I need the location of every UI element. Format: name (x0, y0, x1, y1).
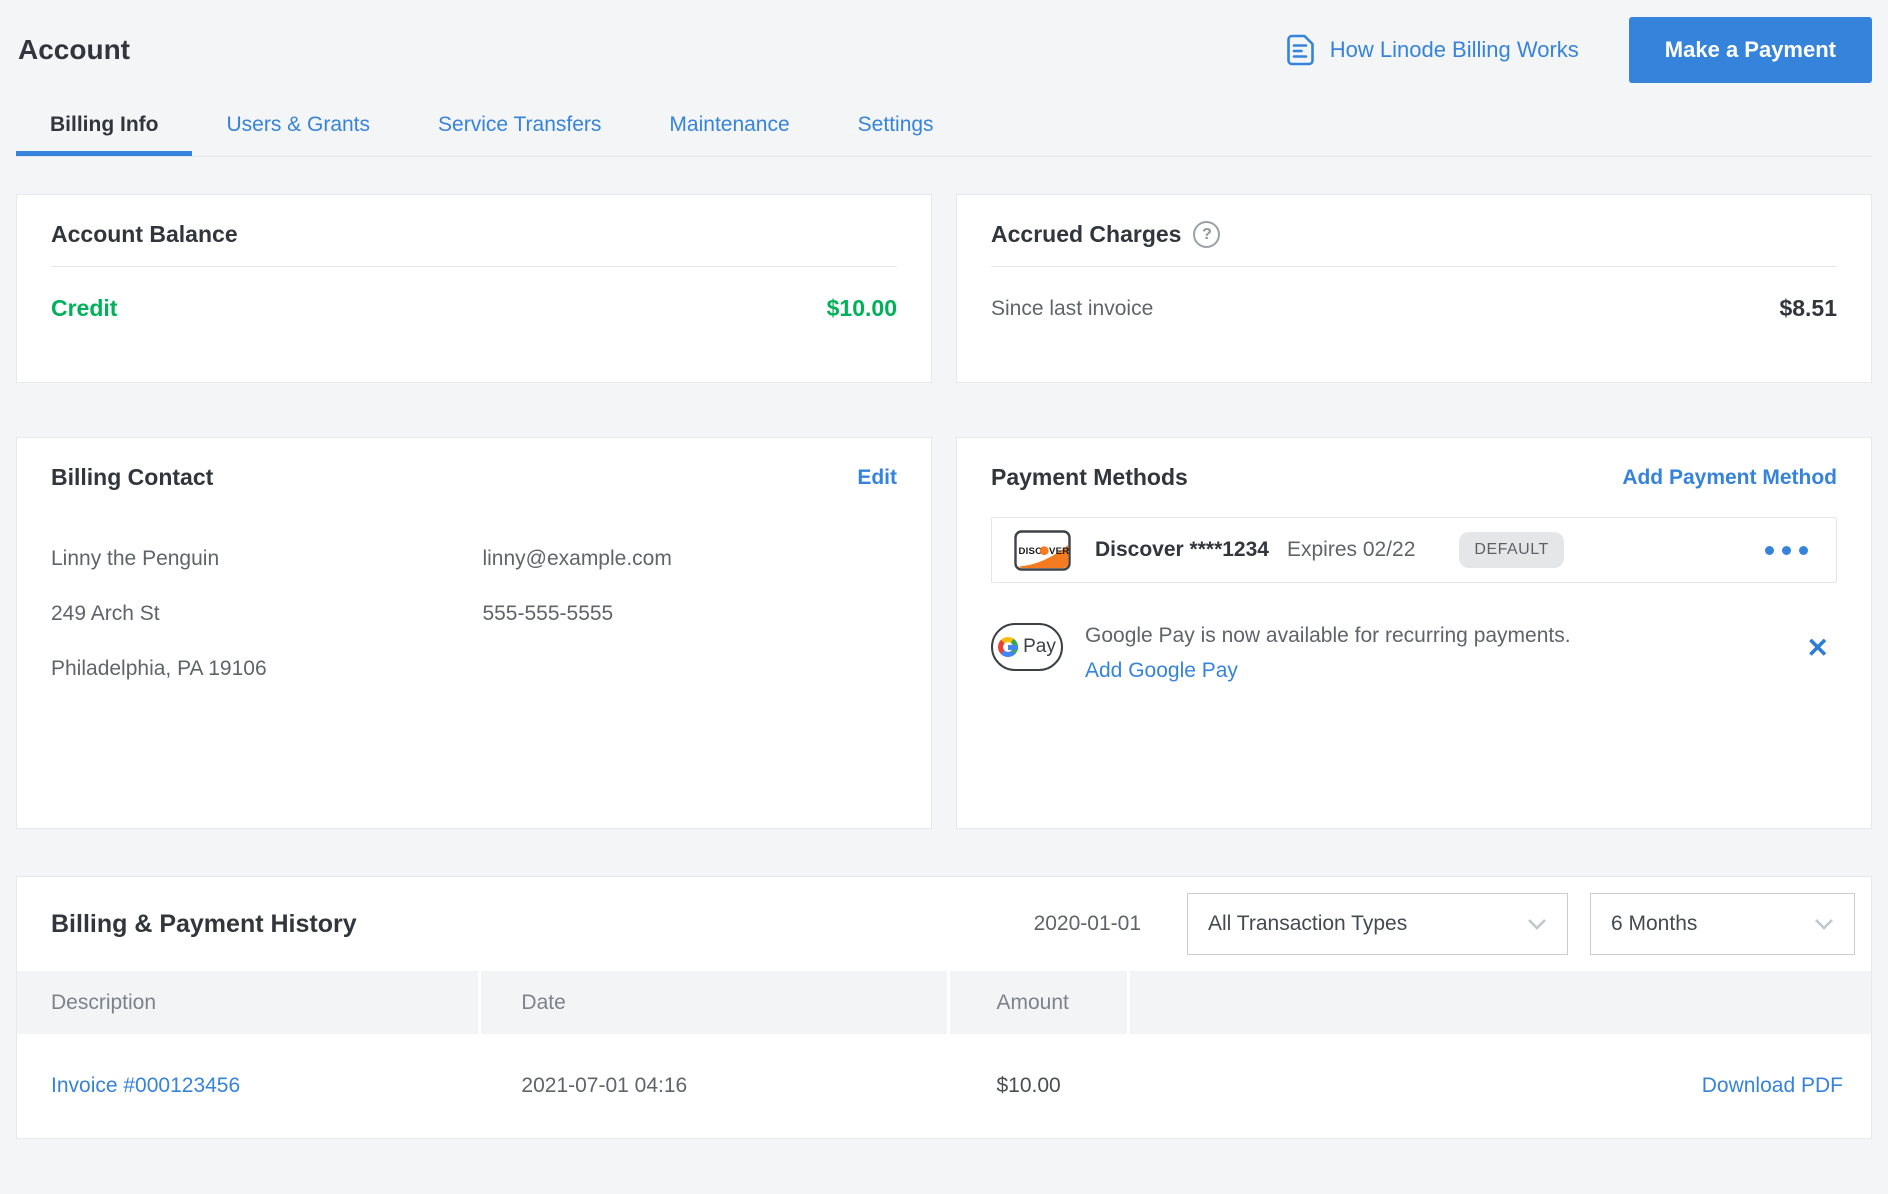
invoice-link[interactable]: Invoice #000123456 (51, 1074, 240, 1097)
credit-amount: $10.00 (827, 295, 897, 322)
billing-contact-card: Billing Contact Edit Linny the Penguin l… (16, 437, 932, 829)
header-actions: How Linode Billing Works Make a Payment (1285, 17, 1872, 83)
column-header-description: Description (17, 971, 481, 1034)
account-balance-title: Account Balance (51, 221, 897, 248)
credit-status-label: Credit (51, 295, 117, 322)
since-last-invoice-label: Since last invoice (991, 297, 1153, 321)
billing-contact-title: Billing Contact (51, 464, 213, 491)
page-title: Account (16, 34, 130, 66)
contact-phone: 555-555-5555 (482, 602, 897, 626)
page-header: Account How Linode Billing Works Make a … (16, 0, 1872, 86)
date-range-value: 6 Months (1611, 912, 1697, 936)
google-pay-banner: Pay Google Pay is now available for recu… (991, 623, 1837, 683)
transaction-type-select[interactable]: All Transaction Types (1187, 893, 1568, 955)
accrued-charges-row: Since last invoice $8.51 (991, 295, 1837, 322)
google-pay-icon: Pay (991, 623, 1063, 671)
account-balance-card: Account Balance Credit $10.00 (16, 194, 932, 383)
svg-text:VER: VER (1049, 546, 1069, 557)
contact-payment-row: Billing Contact Edit Linny the Penguin l… (16, 437, 1872, 829)
accrued-charges-card: Accrued Charges ? Since last invoice $8.… (956, 194, 1872, 383)
payment-methods-card: Payment Methods Add Payment Method DISC … (956, 437, 1872, 829)
divider (51, 266, 897, 267)
date-range-select[interactable]: 6 Months (1590, 893, 1855, 955)
chevron-down-icon (1814, 918, 1834, 930)
accrued-charges-title: Accrued Charges (991, 221, 1181, 248)
tab-users-grants[interactable]: Users & Grants (192, 96, 404, 156)
tab-settings[interactable]: Settings (824, 96, 968, 156)
contact-name: Linny the Penguin (51, 547, 482, 571)
billing-history-header: Billing & Payment History 2020-01-01 All… (17, 877, 1871, 971)
divider (991, 266, 1837, 267)
payment-method-row: DISC VER Discover ****1234 Expires 02/22… (991, 517, 1837, 583)
contact-email: linny@example.com (482, 547, 897, 571)
add-payment-method-button[interactable]: Add Payment Method (1622, 466, 1837, 490)
table-row: Invoice #000123456 2021-07-01 04:16 $10.… (17, 1034, 1871, 1138)
payment-methods-title: Payment Methods (991, 464, 1188, 491)
chevron-down-icon (1527, 918, 1547, 930)
edit-billing-contact-button[interactable]: Edit (857, 466, 897, 490)
history-start-date: 2020-01-01 (1034, 912, 1141, 936)
contact-address-line1: 249 Arch St (51, 602, 482, 626)
tab-billing-info[interactable]: Billing Info (16, 96, 192, 156)
invoice-amount: $10.00 (950, 1074, 1130, 1098)
column-header-amount: Amount (950, 971, 1130, 1034)
billing-history-title: Billing & Payment History (51, 910, 357, 939)
column-header-date: Date (481, 971, 950, 1034)
invoice-date: 2021-07-01 04:16 (481, 1074, 950, 1098)
billing-history-section: Billing & Payment History 2020-01-01 All… (16, 876, 1872, 1139)
document-icon (1285, 33, 1316, 67)
google-pay-badge-label: Pay (1023, 636, 1056, 658)
question-mark-icon[interactable]: ? (1193, 221, 1220, 248)
contact-address-line2: Philadelphia, PA 19106 (51, 657, 482, 681)
discover-card-icon: DISC VER (1014, 530, 1071, 571)
account-page: Account How Linode Billing Works Make a … (0, 0, 1888, 1139)
billing-contact-details: Linny the Penguin linny@example.com 249 … (51, 547, 897, 681)
tab-maintenance[interactable]: Maintenance (635, 96, 823, 156)
balance-cards-row: Account Balance Credit $10.00 Accrued Ch… (16, 194, 1872, 383)
add-google-pay-link[interactable]: Add Google Pay (1085, 658, 1238, 683)
card-label: Discover ****1234 (1095, 538, 1269, 562)
google-pay-message: Google Pay is now available for recurrin… (1085, 623, 1571, 648)
default-badge: DEFAULT (1459, 532, 1563, 568)
tab-service-transfers[interactable]: Service Transfers (404, 96, 635, 156)
download-pdf-link[interactable]: Download PDF (1702, 1074, 1843, 1098)
history-table-header: Description Date Amount (17, 971, 1871, 1034)
svg-text:DISC: DISC (1019, 546, 1043, 557)
make-payment-button[interactable]: Make a Payment (1629, 17, 1872, 83)
how-billing-works-label: How Linode Billing Works (1330, 37, 1579, 63)
close-icon[interactable]: ✕ (1798, 631, 1837, 666)
account-balance-row: Credit $10.00 (51, 295, 897, 322)
tab-bar: Billing Info Users & Grants Service Tran… (16, 96, 1872, 157)
accrued-amount: $8.51 (1779, 295, 1837, 322)
column-header-actions (1130, 971, 1871, 1034)
card-expiry: Expires 02/22 (1287, 538, 1415, 562)
transaction-type-value: All Transaction Types (1208, 912, 1407, 936)
how-billing-works-link[interactable]: How Linode Billing Works (1285, 33, 1579, 67)
card-actions-menu-icon[interactable] (1759, 540, 1814, 561)
